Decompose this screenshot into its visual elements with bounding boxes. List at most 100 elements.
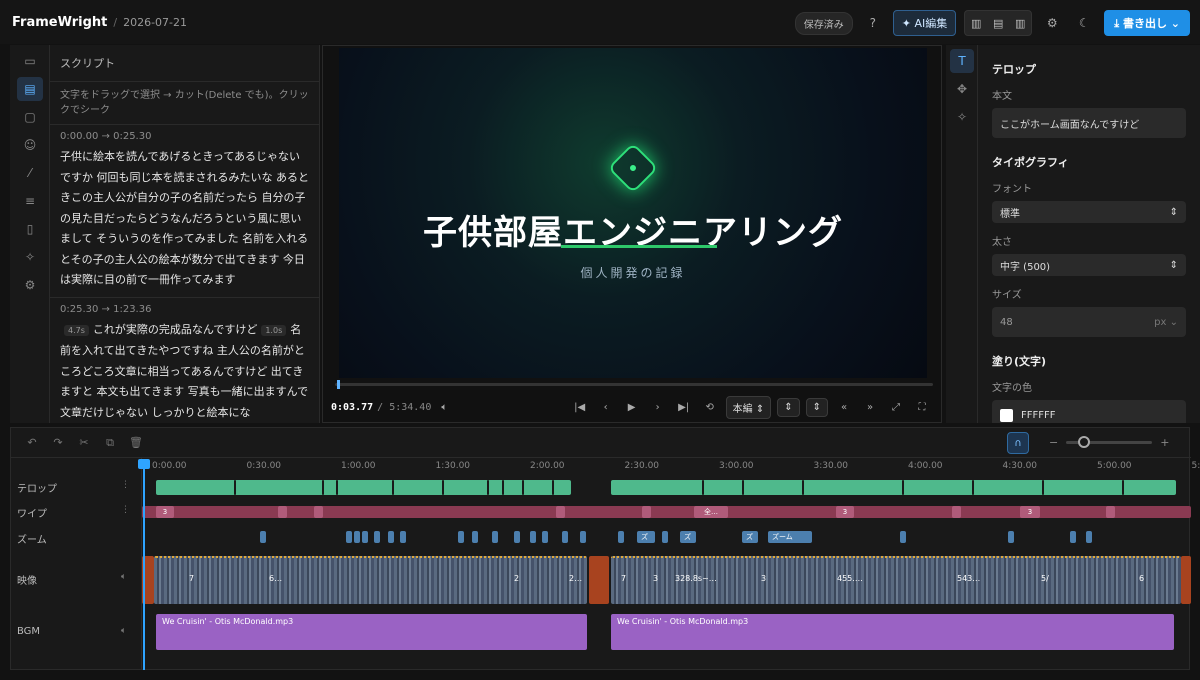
bgm-clip[interactable]: We Cruisin' - Otis McDonald.mp3 bbox=[156, 614, 587, 650]
zoom-clip[interactable] bbox=[514, 531, 520, 543]
fast-forward-icon[interactable]: » bbox=[857, 402, 883, 413]
video-clip[interactable]: 7 6… 2 2… bbox=[154, 556, 587, 604]
zoom-clip[interactable] bbox=[900, 531, 906, 543]
drag-handle-icon[interactable]: ⋮ bbox=[121, 480, 130, 490]
wipe-clip[interactable]: 3 bbox=[836, 506, 854, 518]
video-clip-edge[interactable] bbox=[1181, 556, 1191, 604]
color-swatch[interactable] bbox=[1000, 408, 1013, 422]
zoom-slider-handle[interactable] bbox=[1078, 436, 1091, 448]
magic-wand-icon[interactable]: ⁄ bbox=[17, 161, 43, 185]
help-icon[interactable]: ? bbox=[861, 11, 885, 35]
zoom-clip[interactable] bbox=[1070, 531, 1076, 543]
prev-frame-icon[interactable]: ‹ bbox=[593, 402, 619, 413]
sliders-icon[interactable]: ≡ bbox=[17, 189, 43, 213]
zoom-clip[interactable]: ズ bbox=[742, 531, 758, 543]
zoom-clip[interactable] bbox=[562, 531, 568, 543]
effects-icon[interactable]: ✧ bbox=[950, 105, 974, 129]
redo-icon[interactable]: ↷ bbox=[45, 436, 71, 449]
zoom-clip[interactable] bbox=[1008, 531, 1014, 543]
zoom-clip[interactable] bbox=[580, 531, 586, 543]
font-select[interactable]: 標準 ⇕ bbox=[992, 201, 1186, 223]
telop-track-clips[interactable] bbox=[611, 480, 1176, 495]
zoom-clip[interactable] bbox=[472, 531, 478, 543]
zoom-clip[interactable] bbox=[618, 531, 624, 543]
zoom-select[interactable]: ⇕ bbox=[805, 397, 828, 417]
export-button[interactable]: ⤓ 書き出し ⌄ bbox=[1104, 10, 1190, 36]
zoom-clip[interactable]: ズーム bbox=[768, 531, 812, 543]
video-frame[interactable]: 子供部屋エンジニアリング 個人開発の記録 bbox=[339, 48, 927, 378]
layout-left-icon[interactable]: ▥ bbox=[965, 11, 987, 35]
size-input[interactable]: 48 px ⌄ bbox=[992, 307, 1186, 337]
zoom-clip[interactable]: ズ bbox=[637, 531, 655, 543]
wipe-clip[interactable]: 3 bbox=[156, 506, 174, 518]
wipe-clip[interactable] bbox=[278, 506, 287, 518]
wipe-clip[interactable] bbox=[952, 506, 961, 518]
fullscreen-icon[interactable]: ⛶ bbox=[909, 402, 935, 413]
speed-select[interactable]: ⇕ bbox=[777, 397, 800, 417]
skip-end-icon[interactable]: ▶| bbox=[671, 402, 697, 413]
zoom-clip[interactable] bbox=[374, 531, 380, 543]
mode-select[interactable]: 本編 ⇕ bbox=[725, 395, 772, 419]
text-icon[interactable]: T bbox=[950, 49, 974, 73]
weight-select[interactable]: 中字 (500) ⇕ bbox=[992, 254, 1186, 276]
drag-handle-icon[interactable]: ⋮ bbox=[121, 505, 130, 515]
wipe-clip[interactable] bbox=[556, 506, 565, 518]
zoom-clip[interactable] bbox=[1086, 531, 1092, 543]
sparkles-icon[interactable]: ✧ bbox=[17, 245, 43, 269]
segment-text[interactable]: 4.7s これが実際の完成品なんですけど 1.0s 名前を入れて出てきたやつですね 主… bbox=[60, 320, 309, 424]
script-segment[interactable]: 0:00.00 → 0:25.30 子供に絵本を読んであげるときってあるじゃない… bbox=[50, 125, 319, 298]
zoom-clip[interactable] bbox=[400, 531, 406, 543]
zoom-in-icon[interactable]: + bbox=[1160, 436, 1169, 449]
time-ruler[interactable]: 0:00.00 0:30.00 1:00.00 1:30.00 2:00.00 2:30.… bbox=[142, 458, 1200, 474]
settings-icon[interactable]: ⚙ bbox=[17, 273, 43, 297]
wipe-clip[interactable]: 3 bbox=[1020, 506, 1040, 518]
zoom-clip[interactable] bbox=[260, 531, 266, 543]
segment-body[interactable]: 名前を入れて出てきたやつですね 主人公の名前がところどころ文章に相当ってあるんで… bbox=[60, 323, 308, 419]
gear-icon[interactable]: ⚙ bbox=[1040, 11, 1064, 35]
zoom-clip[interactable] bbox=[542, 531, 548, 543]
next-frame-icon[interactable]: › bbox=[645, 402, 671, 413]
silence-gap-badge[interactable]: 1.0s bbox=[261, 324, 287, 336]
rewind-icon[interactable]: « bbox=[831, 402, 857, 413]
video-clip-edge[interactable] bbox=[589, 556, 609, 604]
undo-icon[interactable]: ↶ bbox=[19, 436, 45, 449]
zoom-clip[interactable]: ズ bbox=[680, 531, 696, 543]
wipe-clip[interactable] bbox=[1106, 506, 1115, 518]
track-lanes[interactable]: 3 全… 3 3 ズ ズ ズ ズーム 7 6… 2 2… 7 3 328.8s~… bbox=[142, 474, 1191, 670]
video-clip[interactable]: 7 3 328.8s~… 3 455.… 543… 5/ 6 bbox=[611, 556, 1181, 604]
play-icon[interactable]: ▶ bbox=[619, 402, 645, 413]
zoom-clip[interactable] bbox=[492, 531, 498, 543]
layout-right-icon[interactable]: ▥ bbox=[1009, 11, 1031, 35]
zoom-clip[interactable] bbox=[388, 531, 394, 543]
segment-text[interactable]: 子供に絵本を読んであげるときってあるじゃないですか 何回も同じ本を読まされるみた… bbox=[60, 147, 309, 291]
body-text-input[interactable]: ここがホーム画面なんですけど bbox=[992, 108, 1186, 138]
zoom-slider[interactable] bbox=[1066, 436, 1153, 448]
trash-icon[interactable]: 🗑︎ bbox=[123, 436, 149, 449]
zoom-clip[interactable] bbox=[346, 531, 352, 543]
copy-icon[interactable]: ⧉ bbox=[97, 436, 123, 450]
volume-icon[interactable]: 🔈︎ bbox=[121, 572, 126, 582]
expand-icon[interactable]: ⤢ bbox=[883, 402, 909, 413]
wipe-clip[interactable]: 全… bbox=[694, 506, 728, 518]
zoom-clip[interactable] bbox=[362, 531, 368, 543]
zoom-clip[interactable] bbox=[354, 531, 360, 543]
moon-icon[interactable]: ☾ bbox=[1072, 11, 1096, 35]
segment-first-line[interactable]: これが実際の完成品なんですけど bbox=[93, 323, 257, 336]
caption-icon[interactable]: ▢ bbox=[17, 105, 43, 129]
folder-icon[interactable]: ▭ bbox=[17, 49, 43, 73]
wipe-clip[interactable] bbox=[314, 506, 323, 518]
playhead[interactable] bbox=[143, 464, 145, 670]
wipe-clip[interactable] bbox=[642, 506, 651, 518]
scrub-bar[interactable] bbox=[335, 380, 933, 389]
scissors-icon[interactable]: ✂ bbox=[71, 436, 97, 449]
text-color-input[interactable]: FFFFFF bbox=[992, 400, 1186, 423]
loop-icon[interactable]: ⟲ bbox=[697, 402, 723, 413]
silence-gap-badge[interactable]: 4.7s bbox=[64, 324, 89, 336]
volume-icon[interactable]: 🔈︎ bbox=[121, 626, 126, 636]
layout-bottom-icon[interactable]: ▤ bbox=[987, 11, 1009, 35]
zoom-clip[interactable] bbox=[530, 531, 536, 543]
bgm-clip[interactable]: We Cruisin' - Otis McDonald.mp3 bbox=[611, 614, 1174, 650]
zoom-out-icon[interactable]: − bbox=[1049, 436, 1058, 449]
document-icon[interactable]: ▤ bbox=[17, 77, 43, 101]
skip-start-icon[interactable]: |◀ bbox=[567, 402, 593, 413]
